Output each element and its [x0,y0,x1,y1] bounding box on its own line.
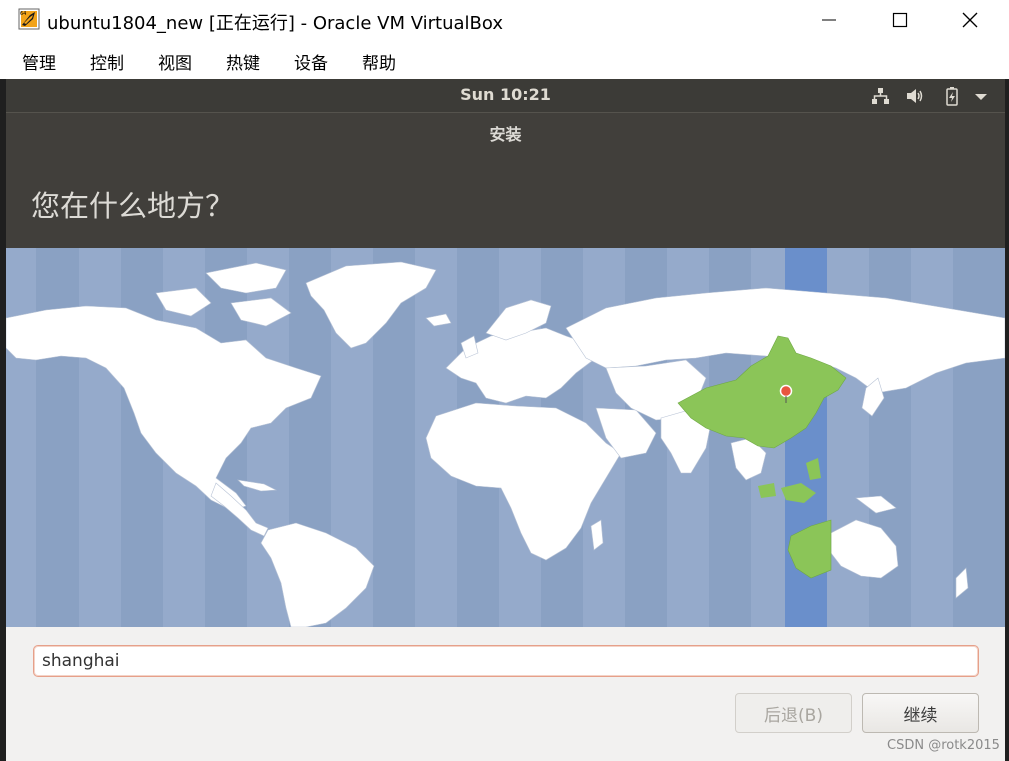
window-title: ubuntu1804_new [正在运行] - Oracle VM Virtua… [47,13,503,34]
battery-icon[interactable] [942,86,962,106]
installer-footer: 后退(B) 继续 [6,627,1005,761]
watermark: CSDN @rotk2015 [887,738,1000,753]
ubuntu-top-bar: Sun 10:21 [6,79,1005,112]
network-icon[interactable] [870,86,890,106]
minimize-button[interactable] [806,0,852,40]
back-button[interactable]: 后退(B) [735,693,852,733]
installer-title: 安装 [489,125,522,144]
vm-screen[interactable]: Sun 10:21 安装 您在什么地方？ shanghai 后退(B) 继续 [6,79,1005,761]
menu-view[interactable]: 视图 [158,49,192,74]
svg-text:64: 64 [20,11,26,17]
clock[interactable]: Sun 10:21 [6,85,1005,104]
menu-control[interactable]: 控制 [90,49,124,74]
maximize-button[interactable] [877,0,923,40]
page-title: 您在什么地方？ [31,189,235,223]
chevron-down-icon[interactable] [971,86,991,106]
menu-devices[interactable]: 设备 [294,49,328,74]
continue-button[interactable]: 继续 [862,693,979,733]
close-icon [962,12,978,28]
maximize-icon [892,12,908,28]
vm-frame-right [1005,79,1009,761]
close-button[interactable] [947,0,993,40]
location-input[interactable] [33,645,979,677]
title-bar[interactable]: 64 ubuntu1804_new [正在运行] - Oracle VM Vir… [0,0,1009,40]
menu-help[interactable]: 帮助 [362,49,396,74]
menu-hotkey[interactable]: 热键 [226,49,260,74]
timezone-map[interactable] [6,248,1005,627]
menu-bar: 管理 控制 视图 热键 设备 帮助 [0,44,1009,76]
virtualbox-icon: 64 [18,8,40,30]
virtualbox-window: 64 ubuntu1804_new [正在运行] - Oracle VM Vir… [0,0,1009,761]
minimize-icon [822,19,836,21]
menu-manage[interactable]: 管理 [22,49,56,74]
volume-icon[interactable] [905,86,925,106]
world-map-graphic [6,248,1005,627]
installer-header: 安装 您在什么地方？ [6,112,1005,248]
